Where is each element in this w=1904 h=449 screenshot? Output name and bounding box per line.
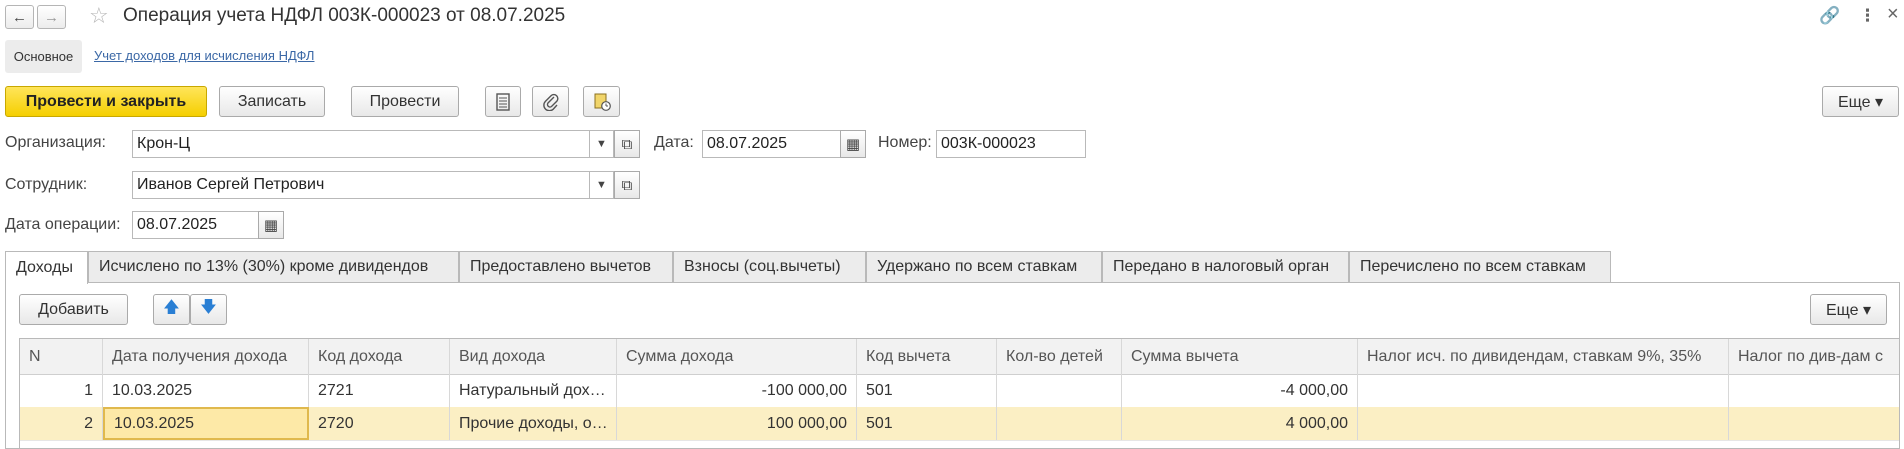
employee-value: Иванов Сергей Петрович [137,176,325,193]
table-cell[interactable]: 4 000,00 [1122,407,1358,440]
column-header[interactable]: Сумма дохода [617,339,857,374]
link-icon[interactable]: 🔗 [1819,6,1840,26]
document-clock-icon [594,93,611,111]
table-cell[interactable]: 501 [857,374,997,407]
table-cell[interactable]: 2 [20,407,103,440]
column-header[interactable]: N [20,339,103,374]
table-cell[interactable]: 2721 [309,374,450,407]
chevron-down-icon: ▼ [596,179,607,191]
number-label: Номер: [878,134,932,151]
column-header[interactable]: Сумма вычета [1122,339,1358,374]
arrow-left-icon: ← [12,8,27,26]
open-window-icon: ⧉ [621,135,633,153]
table-cell[interactable]: 10.03.2025 [103,374,309,407]
employee-dropdown[interactable]: ▼ [589,171,614,199]
organization-open-button[interactable]: ⧉ [614,130,640,158]
tab-withheld[interactable]: Удержано по всем ставкам [866,251,1102,282]
calendar-icon: ▦ [845,136,861,153]
tab-deductions[interactable]: Предоставлено вычетов [459,251,673,282]
move-down-button[interactable]: 🡇 [190,294,227,325]
column-header[interactable]: Вид дохода [450,339,617,374]
organization-value: Крон-Ц [137,135,191,152]
table-cell[interactable]: Прочие доходы, о… [450,407,617,440]
tab-transferred-tax-office[interactable]: Передано в налоговый орган [1102,251,1349,282]
table-row[interactable]: 2 10.03.2025 2720 Прочие доходы, о… 100 … [20,407,1899,441]
column-header[interactable]: Кол-во детей [997,339,1122,374]
tab-paid-all-rates[interactable]: Перечислено по всем ставкам [1349,251,1611,282]
save-button[interactable]: Записать [219,86,325,117]
table-cell[interactable] [1358,407,1729,440]
more-vertical-icon[interactable]: ⋮ [1859,6,1876,26]
table-cell[interactable] [1729,374,1899,407]
section-income-link[interactable]: Учет доходов для исчисления НДФЛ [94,48,314,63]
document-clock-button[interactable] [583,86,620,117]
table-cell[interactable] [1358,374,1729,407]
table-cell[interactable]: 501 [857,407,997,440]
page-title: Операция учета НДФЛ 003К-000023 от 08.07… [123,5,566,26]
table-cell[interactable] [997,374,1122,407]
table-row[interactable]: 1 10.03.2025 2721 Натуральный дох… -100 … [20,374,1899,408]
arrow-right-icon: → [44,8,59,26]
table-cell[interactable]: Натуральный дох… [450,374,617,407]
income-table[interactable]: N Дата получения дохода Код дохода Вид д… [19,338,1900,449]
employee-label: Сотрудник: [5,176,88,193]
open-window-icon: ⧉ [621,176,633,194]
more-button[interactable]: Еще ▾ [1822,86,1899,117]
table-more-button[interactable]: Еще ▾ [1810,294,1887,325]
organization-field[interactable]: Крон-Ц ▼ [132,130,616,158]
operation-date-field[interactable]: 08.07.2025 [132,211,259,239]
post-button[interactable]: Провести [351,86,459,117]
operation-date-calendar-button[interactable]: ▦ [258,211,284,239]
organization-dropdown[interactable]: ▼ [589,130,614,158]
date-field[interactable]: 08.07.2025 [702,130,842,158]
operation-date-label: Дата операции: [5,216,121,233]
tab-calculated-13[interactable]: Исчислено по 13% (30%) кроме дивидендов [88,251,459,282]
table-cell[interactable]: -100 000,00 [617,374,857,407]
column-header[interactable]: Дата получения дохода [103,339,309,374]
back-button[interactable]: ← [5,5,34,29]
favorite-star-icon[interactable]: ☆ [89,3,109,29]
tab-income[interactable]: Доходы [5,251,88,284]
table-header: N Дата получения дохода Код дохода Вид д… [20,339,1899,375]
employee-field[interactable]: Иванов Сергей Петрович ▼ [132,171,616,199]
move-up-button[interactable]: 🡅 [153,294,190,325]
organization-label: Организация: [5,134,106,151]
date-value: 08.07.2025 [707,135,788,152]
date-calendar-button[interactable]: ▦ [840,130,866,158]
column-header[interactable]: Налог исч. по дивидендам, ставкам 9%, 35… [1358,339,1729,374]
paperclip-icon [542,93,558,111]
table-cell[interactable]: 1 [20,374,103,407]
table-cell[interactable]: 2720 [309,407,450,440]
section-main[interactable]: Основное [5,40,82,73]
calendar-icon: ▦ [263,217,279,234]
post-and-close-button[interactable]: Провести и закрыть [5,86,207,117]
document-list-button[interactable] [485,86,521,117]
table-cell[interactable]: 100 000,00 [617,407,857,440]
chevron-down-icon: ▼ [596,138,607,150]
table-cell[interactable] [1729,407,1899,440]
column-header[interactable]: Код вычета [857,339,997,374]
close-icon[interactable]: × [1887,3,1899,26]
employee-open-button[interactable]: ⧉ [614,171,640,199]
table-cell[interactable] [997,407,1122,440]
attachments-button[interactable] [532,86,569,117]
table-cell[interactable]: 10.03.2025 [103,407,309,440]
number-value: 003К-000023 [941,135,1036,152]
forward-button[interactable]: → [37,5,66,29]
operation-date-value: 08.07.2025 [137,216,218,233]
document-list-icon [496,92,510,111]
date-label: Дата: [654,134,694,151]
column-header[interactable]: Налог по див-дам с [1729,339,1899,374]
column-header[interactable]: Код дохода [309,339,450,374]
table-cell[interactable]: -4 000,00 [1122,374,1358,407]
tab-contributions[interactable]: Взносы (соц.вычеты) [673,251,866,282]
arrow-up-icon: 🡅 [163,299,180,316]
number-field[interactable]: 003К-000023 [936,130,1086,158]
arrow-down-icon: 🡇 [200,299,217,316]
add-row-button[interactable]: Добавить [19,294,128,325]
